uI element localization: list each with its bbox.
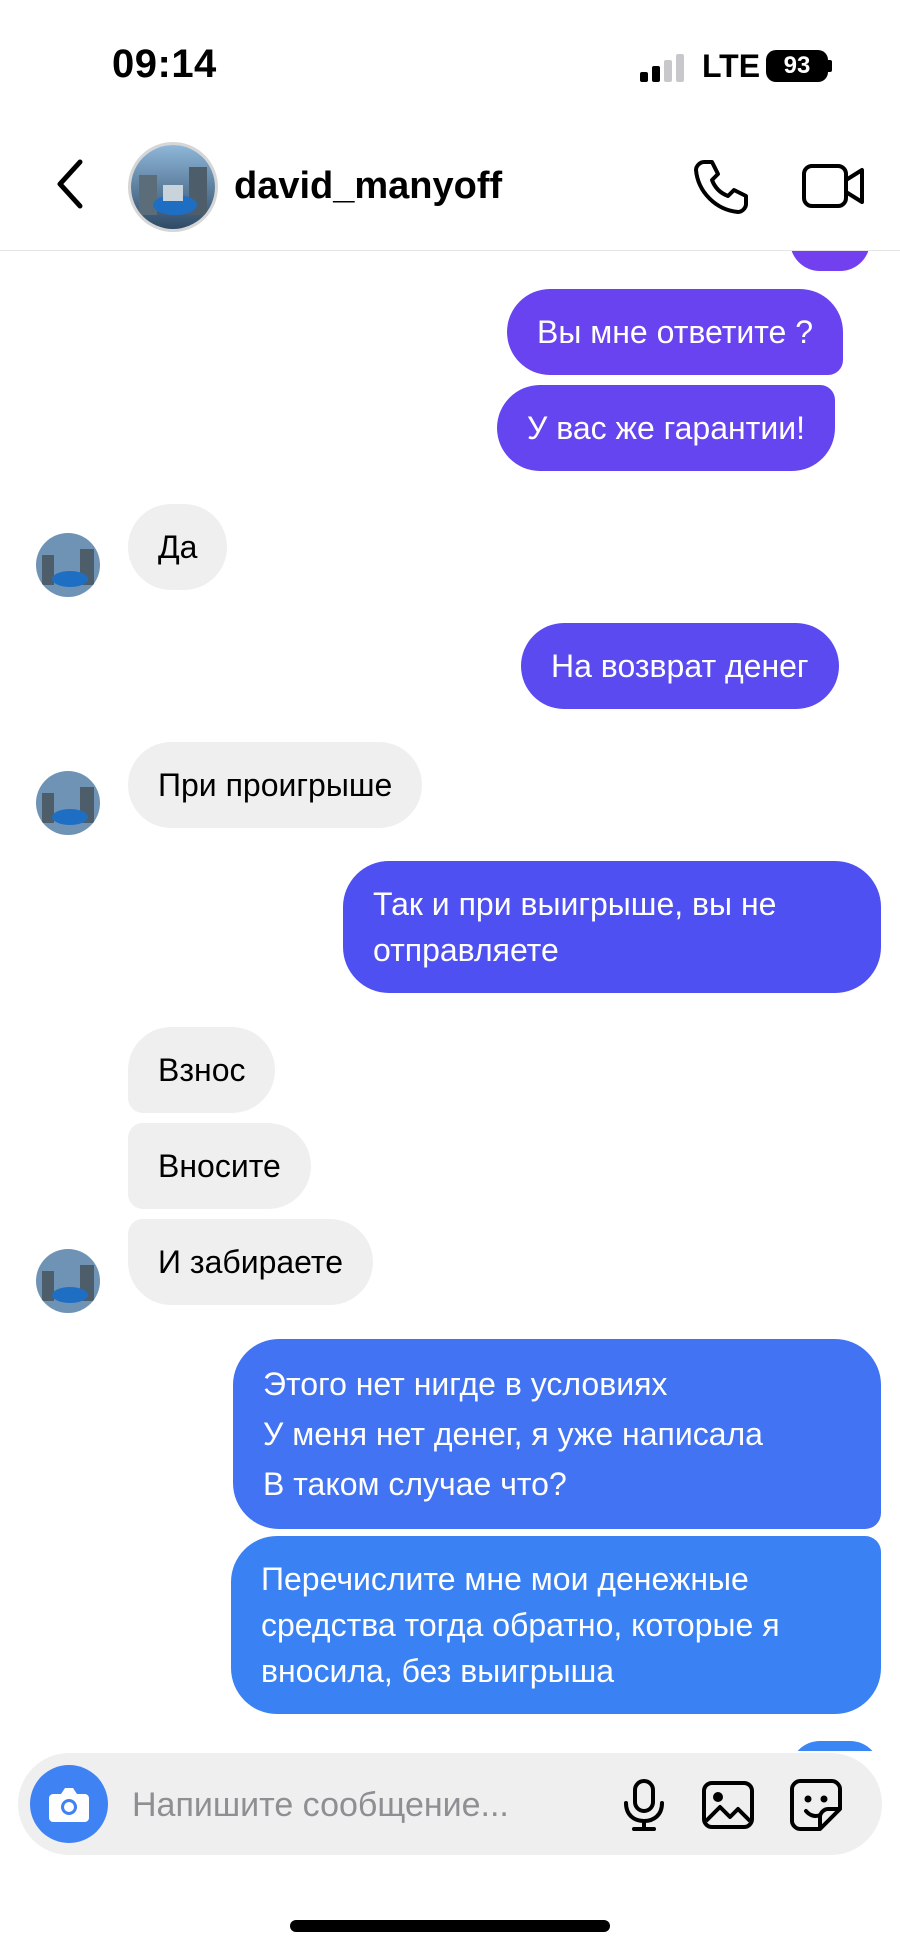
- chat-username[interactable]: david_manyoff: [234, 165, 502, 208]
- signal-icon: [640, 52, 686, 82]
- microphone-icon[interactable]: [616, 1777, 672, 1833]
- call-icon[interactable]: [690, 156, 750, 216]
- sticker-icon[interactable]: [788, 1777, 844, 1833]
- status-time: 09:14: [112, 42, 217, 86]
- camera-icon: [49, 1788, 89, 1822]
- sender-avatar[interactable]: [36, 1249, 100, 1313]
- profile-avatar[interactable]: [128, 142, 218, 232]
- network-type: LTE: [702, 48, 761, 84]
- message-bubble-outgoing[interactable]: Вы мне ответите ?: [507, 289, 844, 375]
- message-bubble-incoming[interactable]: И забираете: [128, 1219, 373, 1305]
- status-bar: 09:14 LTE 93: [0, 0, 900, 120]
- message-bubble-incoming[interactable]: Вносите: [128, 1123, 311, 1209]
- chat-header: david_manyoff: [0, 120, 900, 251]
- message-bubble-partial: [790, 251, 870, 271]
- message-composer: [18, 1753, 882, 1855]
- message-input[interactable]: [130, 1779, 604, 1831]
- message-bubble-incoming[interactable]: Взнос: [128, 1027, 276, 1113]
- battery-level: 93: [783, 52, 811, 79]
- message-bubble-outgoing[interactable]: Перечислите мне мои денежные средства то…: [231, 1536, 881, 1714]
- message-bubble-incoming[interactable]: Да: [128, 504, 228, 590]
- home-indicator[interactable]: [290, 1920, 610, 1932]
- back-icon[interactable]: [50, 154, 100, 214]
- camera-button[interactable]: [30, 1765, 108, 1843]
- message-bubble-outgoing[interactable]: Этого нет нигде в условиях У меня нет де…: [233, 1339, 881, 1529]
- video-call-icon[interactable]: [800, 156, 866, 216]
- battery-icon: 93: [766, 50, 828, 82]
- message-bubble-outgoing[interactable]: Так и при выигрыше, вы не отправляете: [343, 861, 881, 993]
- message-bubble-partial: [790, 1741, 880, 1751]
- message-bubble-outgoing[interactable]: На возврат денег: [521, 623, 839, 709]
- message-list[interactable]: Вы мне ответите ? У вас же гарантии! Да …: [0, 251, 900, 1751]
- message-bubble-incoming[interactable]: При проигрыше: [128, 742, 423, 828]
- image-icon[interactable]: [700, 1777, 756, 1833]
- sender-avatar[interactable]: [36, 771, 100, 835]
- sender-avatar[interactable]: [36, 533, 100, 597]
- message-bubble-outgoing[interactable]: У вас же гарантии!: [497, 385, 835, 471]
